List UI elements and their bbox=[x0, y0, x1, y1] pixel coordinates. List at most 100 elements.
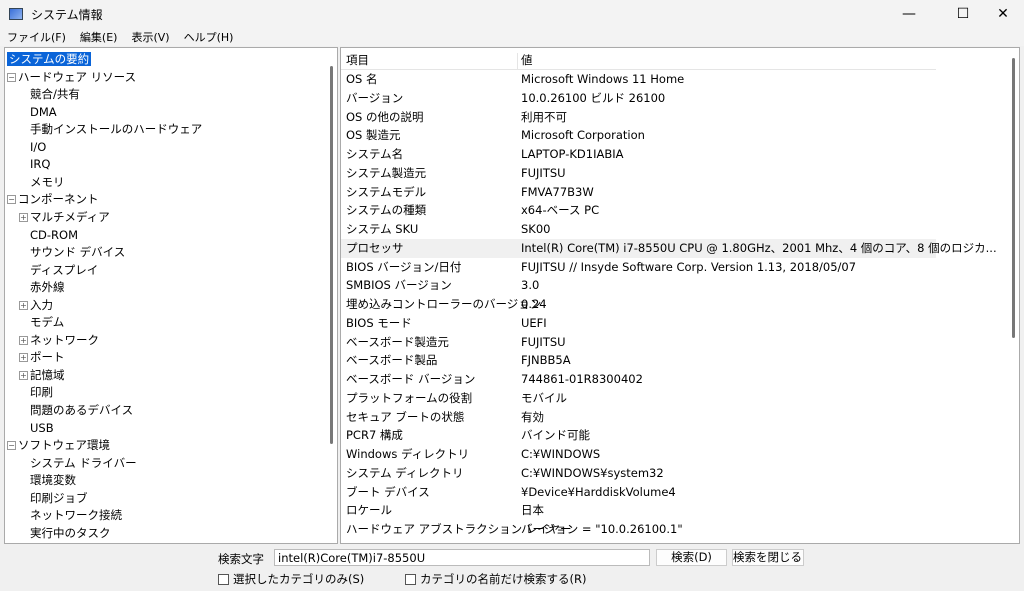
table-row[interactable]: プロセッサ Intel(R) Core(TM) i7-8550U CPU @ 1.… bbox=[341, 238, 997, 258]
tree-item[interactable]: ネットワーク接続 bbox=[30, 507, 122, 524]
names-only-checkbox[interactable]: カテゴリの名前だけ検索する(R) bbox=[405, 571, 586, 587]
table-row[interactable]: 埋め込みコントローラーのバージョン 0.24 bbox=[341, 295, 936, 314]
table-row[interactable]: バージョン 10.0.26100 ビルド 26100 bbox=[341, 89, 936, 108]
row-item: BIOS バージョン/日付 bbox=[346, 259, 462, 274]
table-row[interactable]: ロケール 日本 bbox=[341, 501, 936, 520]
row-item: プラットフォームの役割 bbox=[346, 390, 473, 405]
tree-item[interactable]: 手動インストールのハードウェア bbox=[30, 121, 202, 138]
close-button[interactable]: ✕ bbox=[980, 0, 1024, 28]
table-row[interactable]: システム製造元 FUJITSU bbox=[341, 164, 936, 183]
menu-help[interactable]: ヘルプ(H) bbox=[177, 29, 241, 45]
tree-item-label: モデム bbox=[30, 315, 65, 330]
table-row[interactable]: システム SKU SK00 bbox=[341, 220, 936, 239]
tree-item[interactable]: − ハードウェア リソース bbox=[7, 69, 136, 86]
row-item: OS 名 bbox=[346, 72, 378, 86]
search-input[interactable] bbox=[274, 549, 650, 566]
collapse-icon[interactable]: − bbox=[7, 195, 16, 205]
table-row[interactable]: ベースボード製造元 FUJITSU bbox=[341, 333, 936, 352]
tree-item[interactable]: 問題のあるデバイス bbox=[30, 402, 133, 419]
table-row[interactable]: PCR7 構成 バインド可能 bbox=[341, 426, 936, 445]
table-row[interactable]: OS の他の説明 利用不可 bbox=[341, 108, 936, 127]
row-value: Microsoft Windows 11 Home bbox=[521, 72, 685, 86]
tree-item[interactable]: 実行中のタスク bbox=[30, 525, 111, 542]
category-tree[interactable]: システムの要約 − ハードウェア リソース 競合/共有 DMA 手動インストールのハードウ… bbox=[4, 47, 338, 544]
row-item: ロケール bbox=[346, 503, 392, 518]
table-row[interactable]: OS 名 Microsoft Windows 11 Home bbox=[341, 70, 936, 89]
tree-scrollbar[interactable] bbox=[330, 66, 333, 444]
table-row[interactable]: SMBIOS バージョン 3.0 bbox=[341, 276, 936, 295]
table-row[interactable]: システムの種類 x64-ベース PC bbox=[341, 201, 936, 220]
row-value: 744861-01R8300402 bbox=[521, 372, 643, 386]
column-header-value[interactable]: 値 bbox=[521, 51, 533, 70]
find-button[interactable]: 検索(D) bbox=[656, 549, 727, 566]
row-item: システム製造元 bbox=[346, 165, 427, 180]
tree-item[interactable]: 競合/共有 bbox=[30, 86, 80, 103]
table-scrollbar[interactable] bbox=[1012, 58, 1015, 338]
row-item: ベースボード製品 bbox=[346, 353, 438, 368]
tree-item[interactable]: メモリ bbox=[30, 174, 65, 191]
tree-item[interactable]: I/O bbox=[30, 139, 46, 156]
table-row[interactable]: システム名 LAPTOP-KD1IABIA bbox=[341, 145, 936, 164]
table-row[interactable]: OS 製造元 Microsoft Corporation bbox=[341, 126, 936, 145]
table-row[interactable]: ベースボード製品 FJNBB5A bbox=[341, 351, 936, 370]
tree-item-label: システムの要約 bbox=[7, 52, 92, 66]
tree-item[interactable]: 環境変数 bbox=[30, 472, 76, 489]
tree-item[interactable]: + マルチメディア bbox=[19, 209, 110, 226]
tree-item[interactable]: モデム bbox=[30, 314, 64, 331]
tree-item[interactable]: IRQ bbox=[30, 156, 50, 173]
tree-item[interactable]: システム ドライバー bbox=[30, 455, 137, 472]
tree-item-label: ハードウェア リソース bbox=[18, 69, 137, 84]
only-selected-checkbox[interactable]: 選択したカテゴリのみ(S) bbox=[218, 571, 364, 587]
tree-item[interactable]: CD-ROM bbox=[30, 227, 78, 244]
row-item: セキュア ブートの状態 bbox=[346, 409, 465, 424]
tree-item[interactable]: USB bbox=[30, 420, 54, 437]
menu-file[interactable]: ファイル(F) bbox=[0, 29, 73, 45]
expand-icon[interactable]: + bbox=[19, 353, 28, 363]
collapse-icon[interactable]: − bbox=[7, 441, 16, 451]
tree-item-label: ネットワーク接続 bbox=[30, 508, 122, 523]
collapse-icon[interactable]: − bbox=[7, 72, 16, 82]
expand-icon[interactable]: + bbox=[19, 370, 28, 380]
row-item: システム SKU bbox=[346, 222, 419, 236]
row-item: ブート デバイス bbox=[346, 484, 430, 499]
row-item: ベースボード バージョン bbox=[346, 372, 476, 386]
table-row[interactable]: システム ディレクトリ C:¥WINDOWS¥system32 bbox=[341, 464, 936, 483]
row-item: バージョン bbox=[346, 90, 404, 105]
expand-icon[interactable]: + bbox=[19, 335, 28, 345]
table-row[interactable]: BIOS バージョン/日付 FUJITSU // Insyde Software … bbox=[341, 258, 936, 277]
menu-view[interactable]: 表示(V) bbox=[124, 29, 176, 45]
table-row[interactable]: Windows ディレクトリ C:¥WINDOWS bbox=[341, 445, 936, 464]
tree-item[interactable]: + ポート bbox=[19, 349, 65, 366]
menu-bar: ファイル(F) 編集(E) 表示(V) ヘルプ(H) bbox=[0, 28, 1024, 46]
table-row[interactable]: システムモデル FMVA77B3W bbox=[341, 183, 936, 202]
tree-item-label: 実行中のタスク bbox=[30, 525, 111, 540]
table-row[interactable]: プラットフォームの役割 モバイル bbox=[341, 389, 936, 408]
table-row[interactable]: セキュア ブートの状態 有効 bbox=[341, 408, 936, 427]
column-header-item[interactable]: 項目 bbox=[346, 51, 369, 70]
tree-item[interactable]: + ネットワーク bbox=[19, 332, 99, 349]
table-row[interactable]: ハードウェア アブストラクション レイヤー バージョン = "10.0.26100… bbox=[341, 520, 936, 539]
minimize-button[interactable]: — bbox=[886, 0, 932, 28]
table-row[interactable]: BIOS モード UEFI bbox=[341, 314, 936, 333]
tree-item-label: ディスプレイ bbox=[30, 262, 99, 277]
tree-item[interactable]: + 入力 bbox=[19, 297, 53, 314]
close-find-button[interactable]: 検索を閉じる(C bbox=[732, 549, 804, 566]
row-item: システム ディレクトリ bbox=[346, 465, 464, 480]
table-row[interactable]: ベースボード バージョン 744861-01R8300402 bbox=[341, 370, 936, 389]
expand-icon[interactable]: + bbox=[19, 212, 28, 222]
tree-item[interactable]: 印刷ジョブ bbox=[30, 490, 88, 507]
tree-item[interactable]: 印刷 bbox=[30, 384, 53, 401]
tree-item[interactable]: 赤外線 bbox=[30, 279, 65, 296]
table-row[interactable]: ブート デバイス ¥Device¥HarddiskVolume4 bbox=[341, 483, 936, 502]
tree-item[interactable]: サウンド デバイス bbox=[30, 244, 125, 261]
menu-edit[interactable]: 編集(E) bbox=[73, 29, 125, 45]
tree-item[interactable]: DMA bbox=[30, 104, 57, 121]
tree-item[interactable]: − ソフトウェア環境 bbox=[7, 437, 110, 454]
tree-item[interactable]: + 記憶域 bbox=[19, 367, 65, 384]
row-value: FMVA77B3W bbox=[521, 184, 594, 199]
row-value: C:¥WINDOWS¥system32 bbox=[521, 465, 664, 480]
tree-item[interactable]: − コンポーネント bbox=[7, 191, 99, 208]
tree-item[interactable]: システムの要約 bbox=[7, 51, 92, 68]
tree-item[interactable]: ディスプレイ bbox=[30, 262, 98, 279]
expand-icon[interactable]: + bbox=[19, 300, 28, 310]
